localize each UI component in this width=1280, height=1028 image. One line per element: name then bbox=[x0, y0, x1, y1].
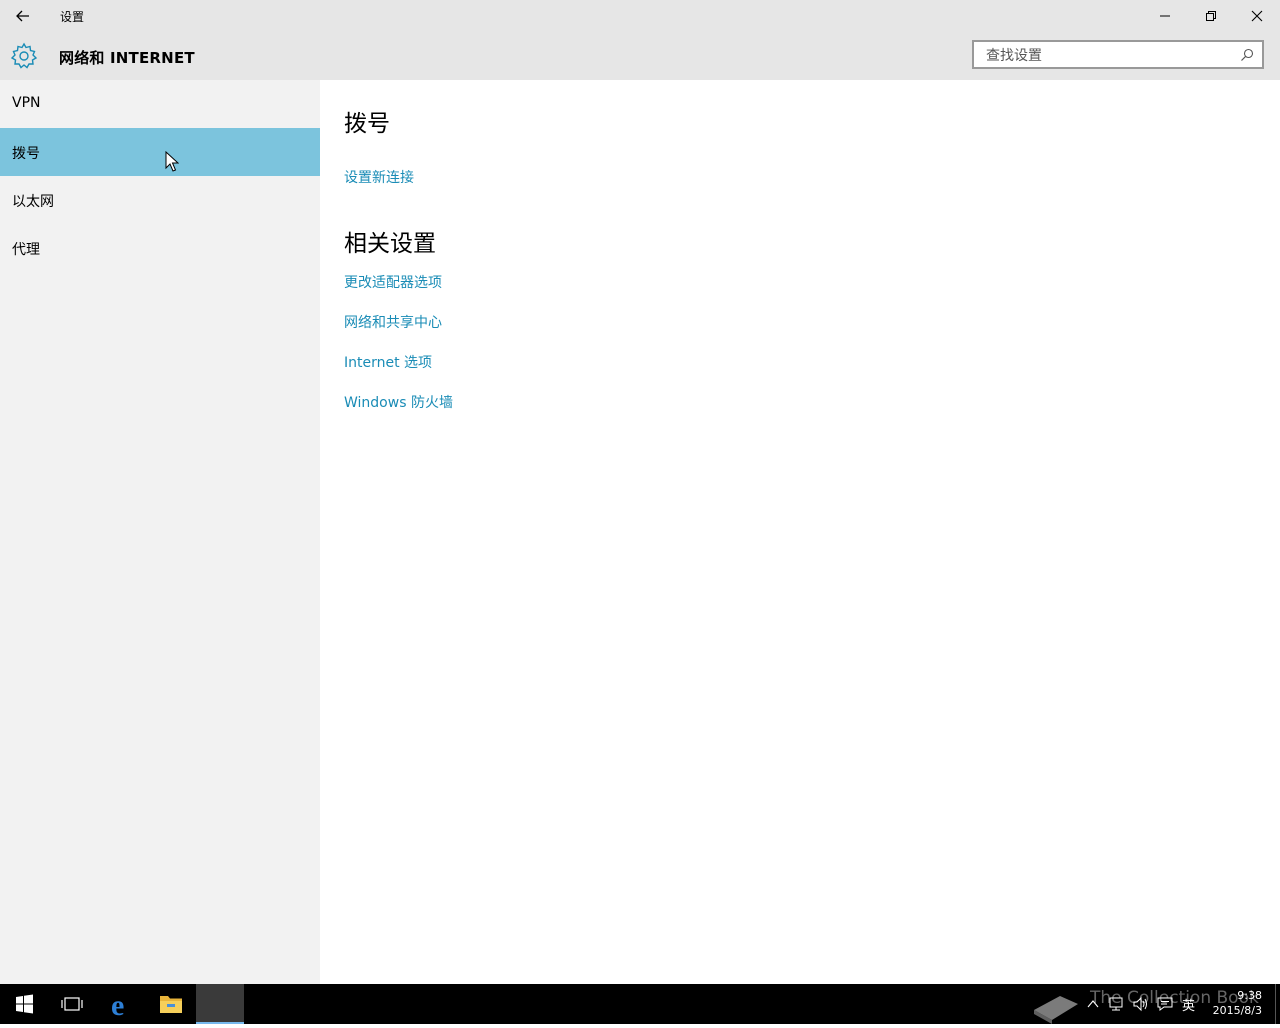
sidebar-item-vpn[interactable]: VPN bbox=[0, 80, 320, 128]
folder-icon bbox=[160, 996, 182, 1013]
change-adapter-options-link[interactable]: 更改适配器选项 bbox=[344, 272, 442, 292]
sidebar: VPN 拨号 以太网 代理 bbox=[0, 80, 320, 984]
windows-firewall-link[interactable]: Windows 防火墙 bbox=[344, 392, 453, 412]
settings-taskbar-button[interactable] bbox=[196, 984, 244, 1024]
chevron-up-icon[interactable] bbox=[1086, 998, 1100, 1010]
sidebar-item-proxy[interactable]: 代理 bbox=[0, 224, 320, 272]
mouse-cursor-icon bbox=[165, 151, 179, 172]
book-logo-icon bbox=[1034, 996, 1078, 1024]
volume-icon[interactable] bbox=[1132, 996, 1150, 1012]
start-button[interactable] bbox=[0, 984, 48, 1024]
show-desktop-button[interactable] bbox=[1275, 984, 1276, 1024]
close-button[interactable] bbox=[1234, 0, 1280, 32]
task-view-icon bbox=[61, 997, 83, 1011]
minimize-button[interactable] bbox=[1142, 0, 1188, 32]
close-icon bbox=[1251, 10, 1263, 22]
section-heading: 拨号 bbox=[344, 111, 390, 137]
window-title: 设置 bbox=[60, 10, 85, 24]
edge-browser-icon: e bbox=[111, 989, 124, 1022]
file-explorer-button[interactable] bbox=[147, 984, 195, 1024]
clock-date: 2015/8/3 bbox=[1212, 1004, 1262, 1017]
network-icon[interactable] bbox=[1108, 996, 1126, 1012]
title-bar: 设置 bbox=[0, 0, 1280, 32]
related-settings-heading: 相关设置 bbox=[344, 231, 436, 257]
page-title: 网络和 INTERNET bbox=[59, 49, 195, 67]
search-box[interactable] bbox=[972, 40, 1264, 69]
input-method-indicator[interactable]: 英 bbox=[1182, 995, 1195, 1014]
sidebar-item-label: VPN bbox=[12, 95, 41, 111]
internet-options-link[interactable]: Internet 选项 bbox=[344, 352, 432, 372]
windows-logo-icon bbox=[16, 994, 33, 1014]
clock-time: 9:38 bbox=[1237, 989, 1262, 1002]
sidebar-item-label: 以太网 bbox=[12, 194, 54, 210]
clock[interactable]: 9:38 2015/8/3 bbox=[1213, 988, 1262, 1018]
minimize-icon bbox=[1160, 15, 1170, 17]
action-center-icon[interactable] bbox=[1156, 996, 1174, 1012]
setup-new-connection-link[interactable]: 设置新连接 bbox=[344, 167, 414, 187]
network-sharing-center-link[interactable]: 网络和共享中心 bbox=[344, 312, 442, 332]
task-view-button[interactable] bbox=[48, 984, 96, 1024]
sidebar-item-ethernet[interactable]: 以太网 bbox=[0, 176, 320, 224]
back-arrow-icon bbox=[16, 10, 29, 22]
restore-button[interactable] bbox=[1188, 0, 1234, 32]
edge-button[interactable]: e bbox=[98, 984, 146, 1024]
sidebar-item-label: 代理 bbox=[12, 242, 40, 258]
taskbar: e The Collection Book 英 9:38 2015/8/3 bbox=[0, 984, 1280, 1024]
search-input[interactable] bbox=[984, 46, 1238, 66]
search-icon[interactable] bbox=[1240, 48, 1254, 62]
page-header: 网络和 INTERNET bbox=[0, 32, 1280, 80]
gear-icon bbox=[10, 42, 38, 70]
sidebar-item-label: 拨号 bbox=[12, 146, 40, 162]
svg-text:e: e bbox=[111, 989, 124, 1022]
main-content: 拨号 设置新连接 相关设置 更改适配器选项 网络和共享中心 Internet 选… bbox=[320, 80, 1280, 984]
restore-icon bbox=[1206, 11, 1216, 21]
sidebar-item-dialup[interactable]: 拨号 bbox=[0, 128, 320, 176]
back-button[interactable] bbox=[10, 4, 36, 28]
